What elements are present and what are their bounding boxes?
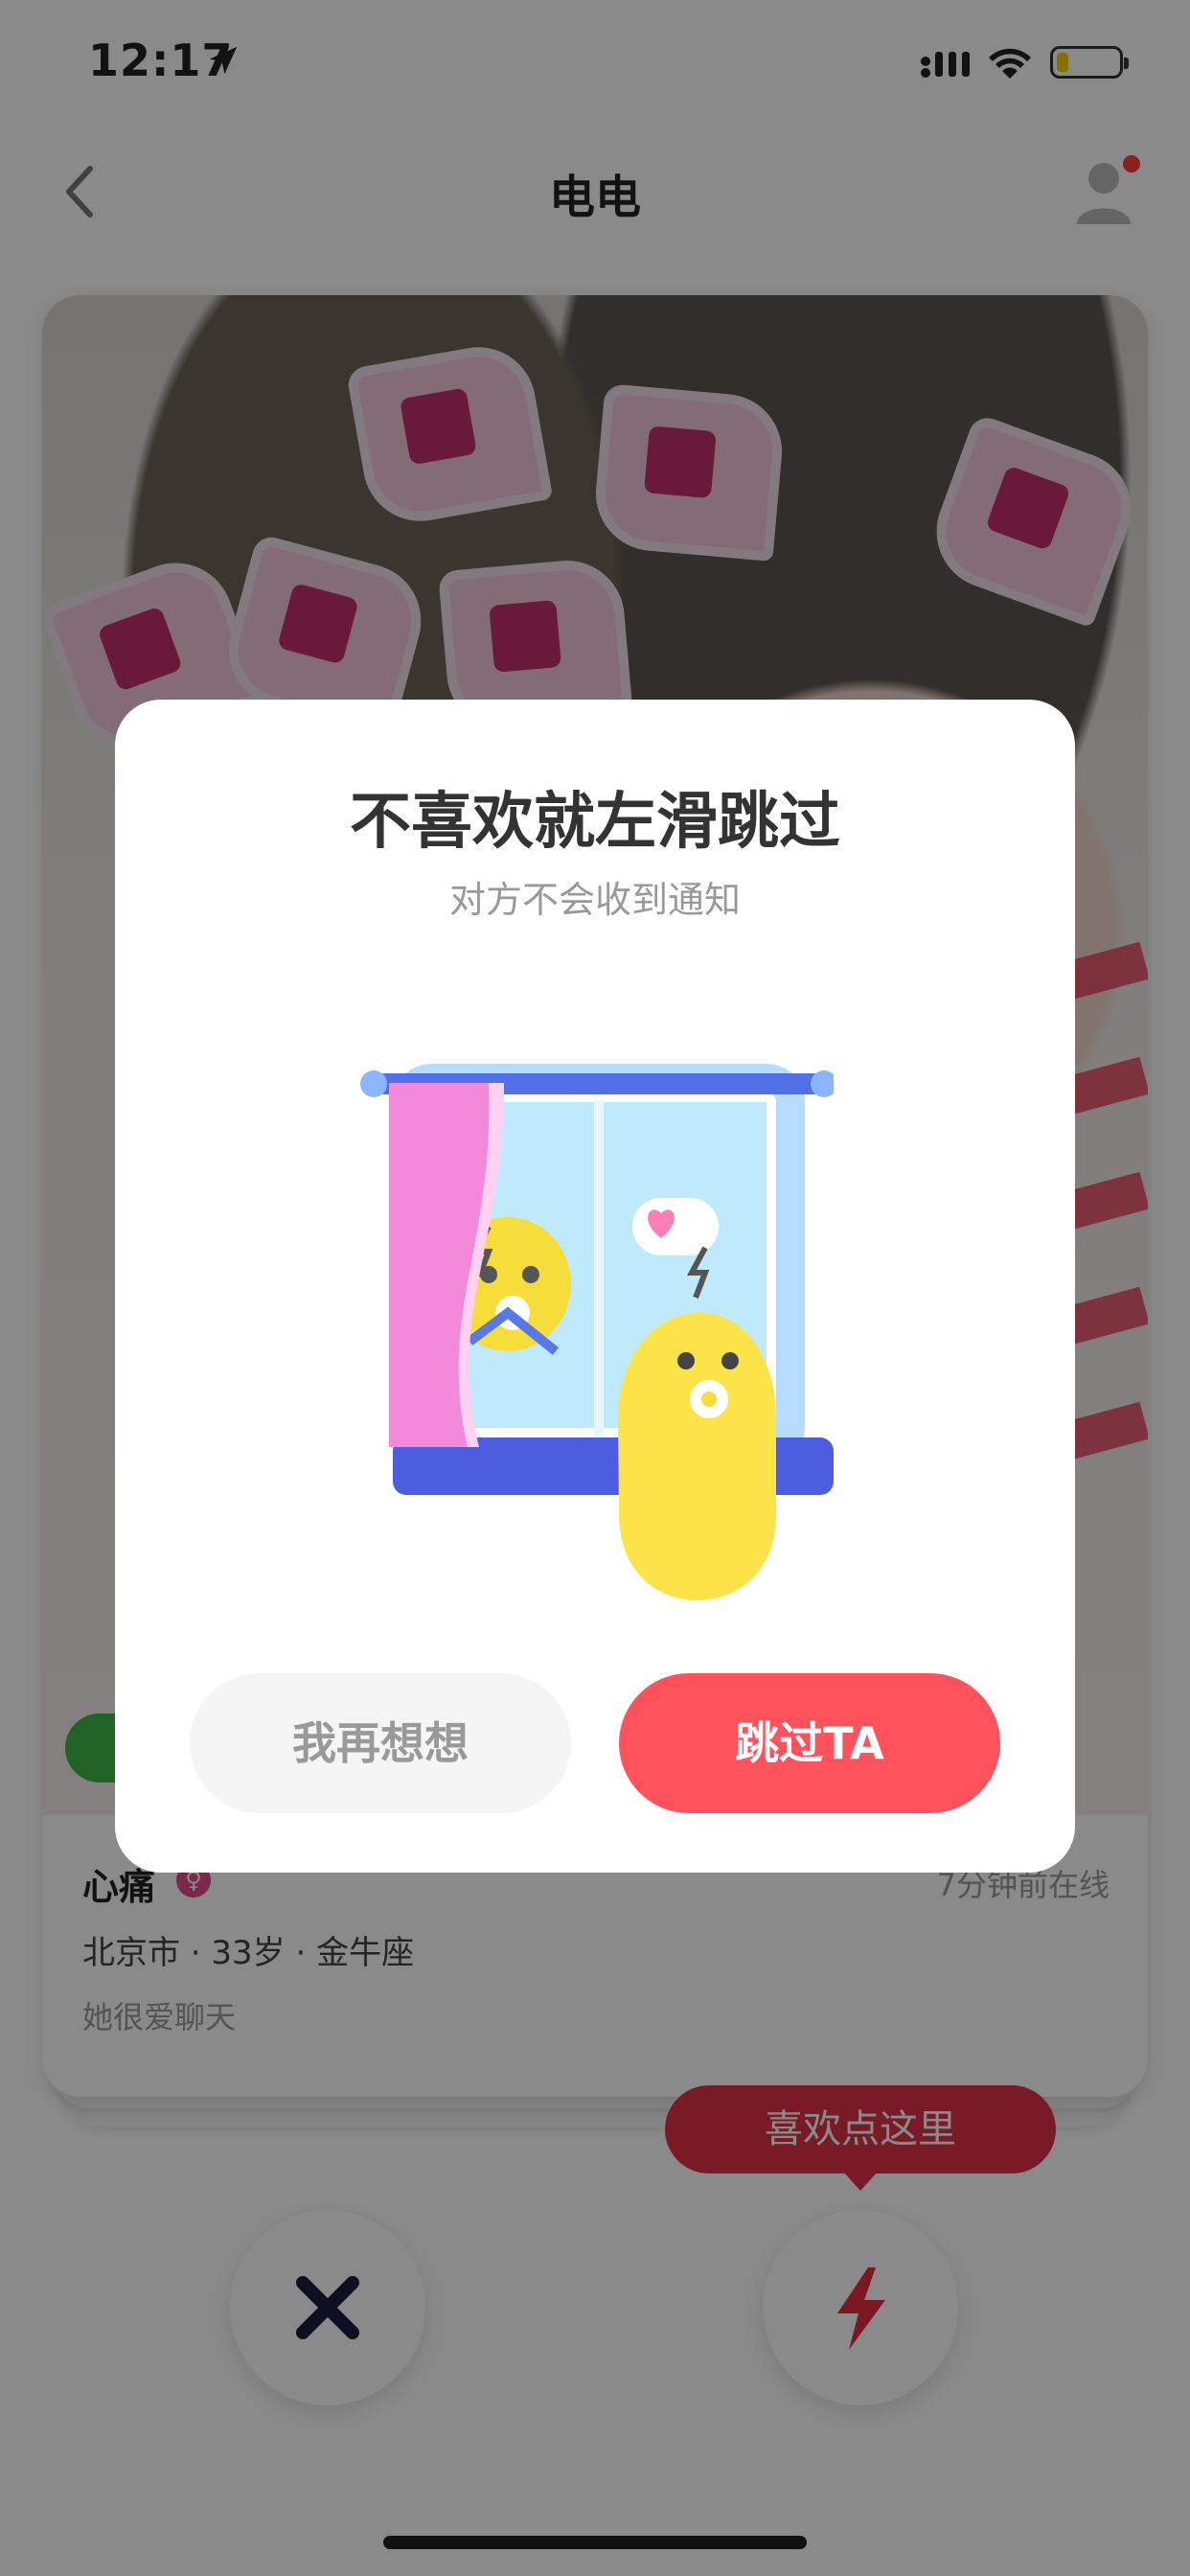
skip-button[interactable]: 跳过TA (619, 1673, 1000, 1813)
cancel-button[interactable]: 我再想想 (190, 1673, 571, 1813)
window-illustration (360, 1064, 834, 1600)
modal-subtitle: 对方不会收到通知 (448, 879, 741, 921)
home-indicator[interactable] (383, 2536, 807, 2549)
skip-modal: 不喜欢就左滑跳过 对方不会收到通知 我再想想 跳过TA (115, 700, 1075, 1873)
modal-title: 不喜欢就左滑跳过 (350, 787, 840, 858)
